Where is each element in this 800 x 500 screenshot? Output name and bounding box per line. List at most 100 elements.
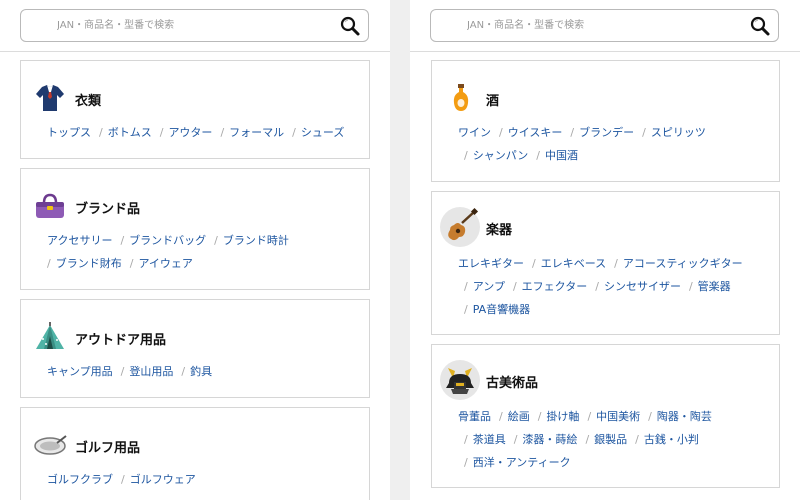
- link-bottoms[interactable]: ボトムス: [108, 126, 152, 139]
- subcategory-links: キャンプ用品 / 登山用品 / 釣具: [47, 360, 359, 383]
- link-row: 骨董品 / 絵画 / 掛け軸 / 中国美術 / 陶器・陶芸: [458, 405, 769, 428]
- category-header: 酒: [432, 83, 779, 113]
- separator: /: [120, 365, 125, 378]
- link-wine[interactable]: ワイン: [458, 126, 491, 139]
- category-title: 衣類: [75, 94, 102, 109]
- link-chinese-art[interactable]: 中国美術: [596, 410, 640, 423]
- left-column: 衣類 トップス / ボトムス / アウター / フォーマル / シューズ ブランド品: [0, 0, 390, 500]
- separator: /: [464, 149, 468, 162]
- separator: /: [464, 280, 468, 293]
- search-icon[interactable]: [339, 15, 361, 37]
- link-row: / アンプ / エフェクター / シンセサイザー / 管楽器: [458, 275, 769, 298]
- subcategory-links: ゴルフクラブ / ゴルフウェア: [47, 468, 359, 491]
- link-lacquerware[interactable]: 漆器・蒔絵: [522, 433, 577, 446]
- separator: /: [585, 433, 590, 446]
- link-camping[interactable]: キャンプ用品: [47, 365, 113, 378]
- link-outer[interactable]: アウター: [168, 126, 212, 139]
- link-western-antiques[interactable]: 西洋・アンティーク: [473, 456, 571, 469]
- separator: /: [499, 410, 503, 423]
- link-row: アクセサリー / ブランドバッグ / ブランド時計: [47, 229, 359, 252]
- search-input[interactable]: [467, 10, 737, 41]
- separator: /: [220, 126, 225, 139]
- category-title: アウトドア用品: [75, 333, 167, 348]
- separator: /: [464, 456, 468, 469]
- category-card-liquor: 酒 ワイン / ウイスキー / ブランデー / スピリッツ / シャンパン / 中国酒: [431, 60, 780, 182]
- subcategory-links: エレキギター / エレキベース / アコースティックギター / アンプ / エフェクター / シン…: [458, 252, 769, 321]
- link-tops[interactable]: トップス: [47, 126, 91, 139]
- separator: /: [614, 257, 618, 270]
- link-formal[interactable]: フォーマル: [229, 126, 284, 139]
- separator: /: [181, 365, 186, 378]
- link-accessories[interactable]: アクセサリー: [47, 234, 112, 247]
- category-title: 古美術品: [486, 376, 539, 391]
- search-input[interactable]: [57, 10, 327, 41]
- category-card-antiques: 古美術品 骨董品 / 絵画 / 掛け軸 / 中国美術 / 陶器・陶芸 / 茶道具 / 漆器・蒔絵 / 銀製…: [431, 344, 780, 488]
- separator: /: [214, 234, 218, 247]
- link-effector[interactable]: エフェクター: [522, 280, 588, 293]
- link-chinese-liquor[interactable]: 中国酒: [545, 149, 578, 162]
- link-electric-guitar[interactable]: エレキギター: [458, 257, 524, 270]
- link-pottery[interactable]: 陶器・陶芸: [657, 410, 712, 423]
- category-header: ゴルフ用品: [21, 430, 369, 460]
- separator: /: [47, 257, 51, 270]
- subcategory-links: アクセサリー / ブランドバッグ / ブランド時計 / ブランド財布 / アイウェア: [47, 229, 359, 275]
- link-pa-audio[interactable]: PA音響機器: [473, 303, 530, 316]
- link-spirits[interactable]: スピリッツ: [651, 126, 706, 139]
- link-golf-club[interactable]: ゴルフクラブ: [47, 473, 113, 486]
- link-brand-wallet[interactable]: ブランド財布: [56, 257, 122, 270]
- separator: /: [513, 433, 518, 446]
- separator: /: [464, 303, 468, 316]
- right-column: 酒 ワイン / ウイスキー / ブランデー / スピリッツ / シャンパン / 中国酒: [410, 0, 800, 500]
- category-title: 酒: [486, 94, 500, 109]
- link-wind-instruments[interactable]: 管楽器: [698, 280, 731, 293]
- link-curios[interactable]: 骨董品: [458, 410, 491, 423]
- link-eyewear[interactable]: アイウェア: [138, 257, 192, 270]
- category-card-brand: ブランド品 アクセサリー / ブランドバッグ / ブランド時計 / ブランド財布 / アイウェ…: [20, 168, 370, 290]
- link-acoustic-guitar[interactable]: アコースティックギター: [623, 257, 743, 270]
- link-climbing[interactable]: 登山用品: [129, 365, 173, 378]
- link-silverware[interactable]: 銀製品: [594, 433, 627, 446]
- handbag-icon: [36, 193, 64, 218]
- link-tea-utensils[interactable]: 茶道具: [473, 433, 506, 446]
- separator: /: [499, 126, 503, 139]
- guitar-icon: [440, 207, 480, 247]
- link-amp[interactable]: アンプ: [473, 280, 505, 293]
- separator: /: [121, 473, 125, 486]
- separator: /: [99, 126, 103, 139]
- link-electric-bass[interactable]: エレキベース: [541, 257, 606, 270]
- link-brand-watch[interactable]: ブランド時計: [223, 234, 289, 247]
- category-title: ゴルフ用品: [75, 441, 141, 456]
- category-header: アウトドア用品: [21, 322, 369, 352]
- category-card-instruments: 楽器 エレキギター / エレキベース / アコースティックギター / アンプ / エフェクター…: [431, 191, 780, 335]
- category-page: 衣類 トップス / ボトムス / アウター / フォーマル / シューズ ブランド品: [0, 0, 800, 500]
- link-fishing[interactable]: 釣具: [190, 365, 212, 378]
- link-shoes[interactable]: シューズ: [301, 126, 344, 139]
- link-synthesizer[interactable]: シンセサイザー: [604, 280, 681, 293]
- shirt-icon: [36, 85, 64, 111]
- link-hanging-scrolls[interactable]: 掛け軸: [546, 410, 579, 423]
- link-golf-wear[interactable]: ゴルフウェア: [130, 473, 196, 486]
- link-brandy[interactable]: ブランデー: [579, 126, 634, 139]
- link-row: キャンプ用品 / 登山用品 / 釣具: [47, 360, 359, 383]
- separator: /: [536, 149, 540, 162]
- link-whisky[interactable]: ウイスキー: [508, 126, 563, 139]
- link-paintings[interactable]: 絵画: [508, 410, 530, 423]
- link-row: / 茶道具 / 漆器・蒔絵 / 銀製品 / 古銭・小判: [458, 428, 769, 451]
- link-old-coins[interactable]: 古銭・小判: [644, 433, 699, 446]
- search-box: [430, 9, 779, 42]
- link-brand-bag[interactable]: ブランドバッグ: [129, 234, 206, 247]
- separator: /: [587, 410, 592, 423]
- subcategory-links: トップス / ボトムス / アウター / フォーマル / シューズ: [47, 121, 359, 144]
- search-bar: [0, 0, 390, 52]
- category-card-golf: ゴルフ用品 ゴルフクラブ / ゴルフウェア: [20, 407, 370, 500]
- category-header: 楽器: [432, 207, 779, 247]
- link-row: / PA音響機器: [458, 298, 769, 321]
- link-champagne[interactable]: シャンパン: [473, 149, 529, 162]
- search-icon[interactable]: [749, 15, 771, 37]
- sake-bottle-icon: [453, 84, 469, 111]
- separator: /: [570, 126, 575, 139]
- category-header: 衣類: [21, 83, 369, 113]
- link-row: / ブランド財布 / アイウェア: [47, 252, 359, 275]
- link-row: ワイン / ウイスキー / ブランデー / スピリッツ: [458, 121, 769, 144]
- search-bar: [410, 0, 800, 52]
